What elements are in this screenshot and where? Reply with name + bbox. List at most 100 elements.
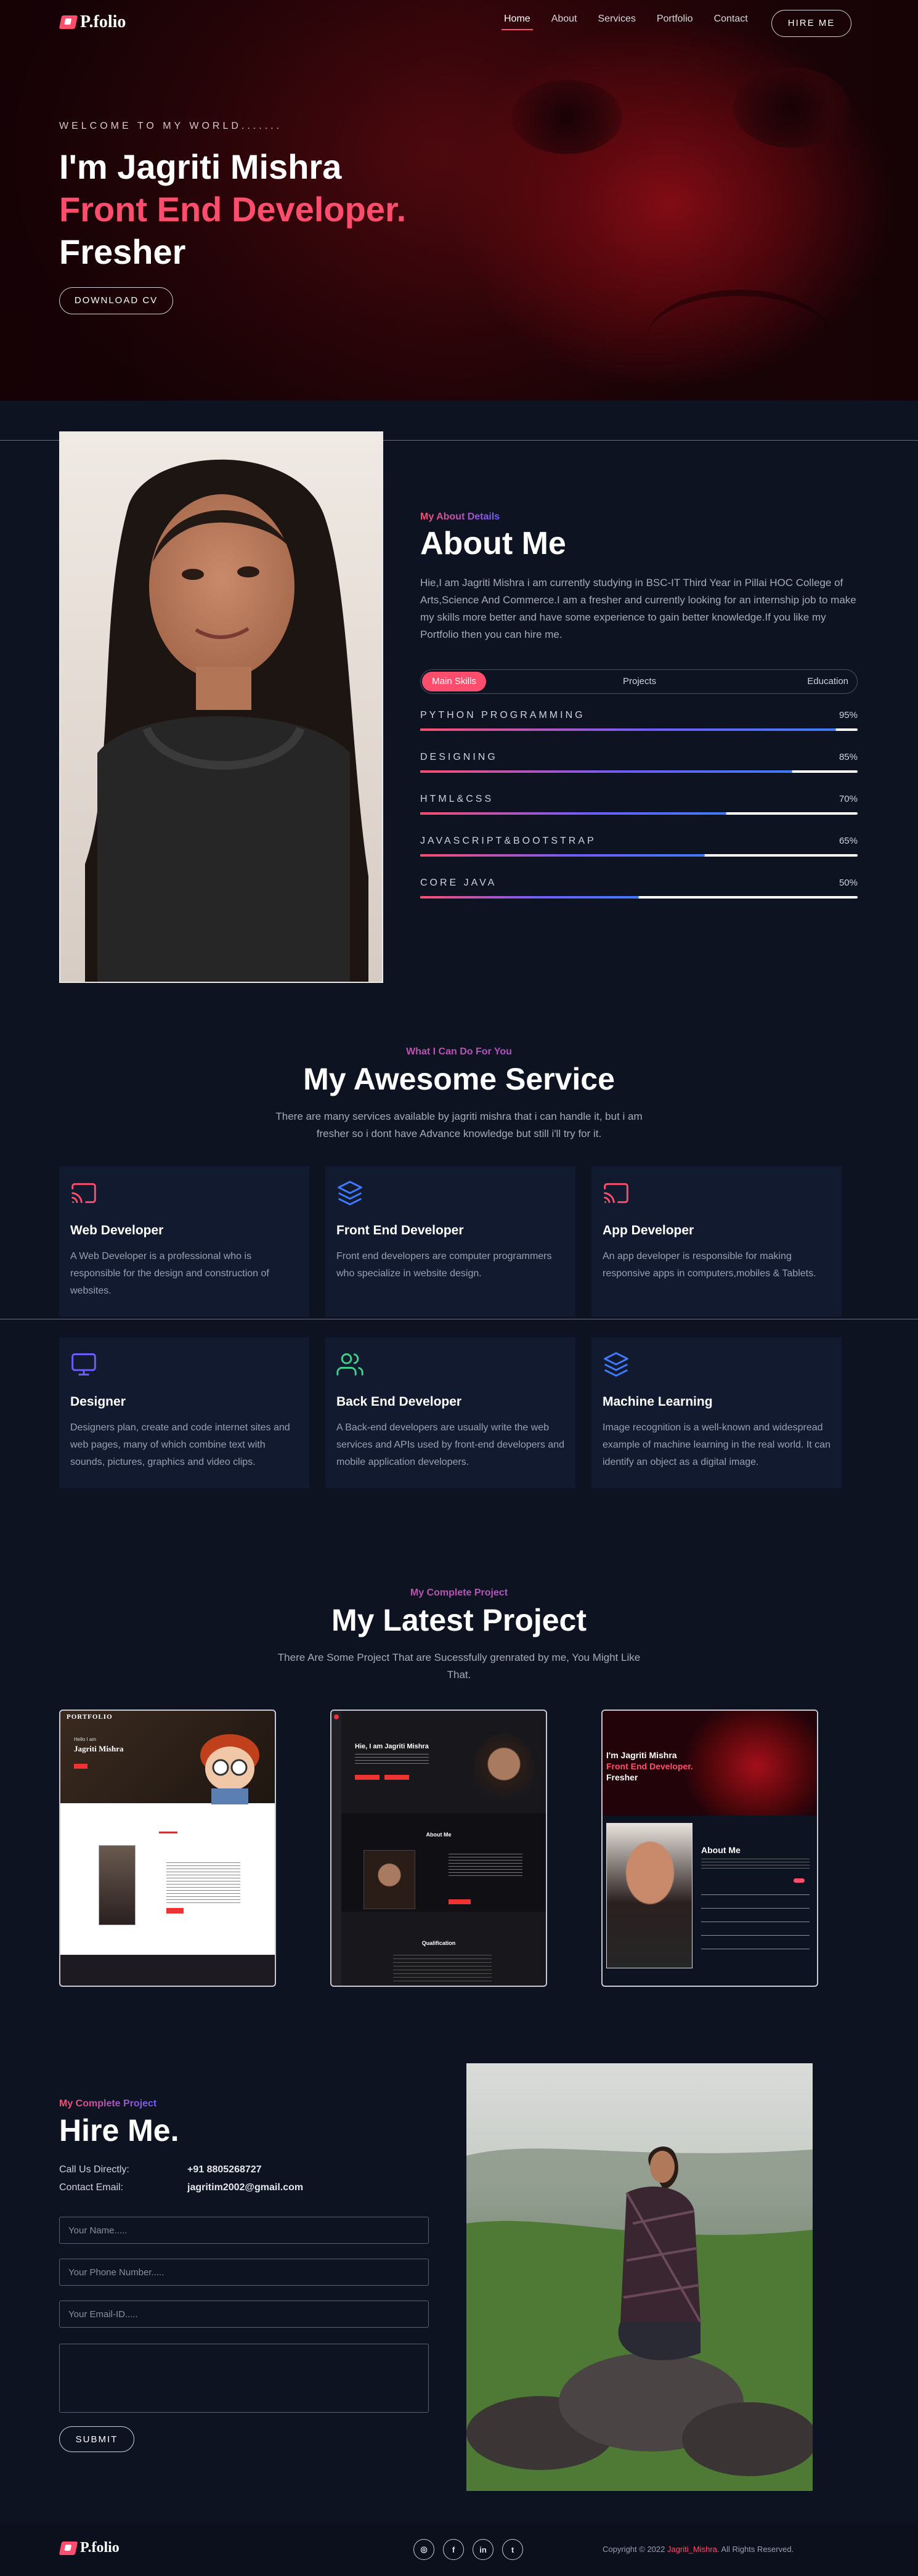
thumb-text-block — [166, 1862, 240, 1906]
thumb-red-btn — [449, 1899, 471, 1904]
service-card: Machine Learning Image recognition is a … — [591, 1337, 842, 1488]
skill-name: PYTHON PROGRAMMING — [420, 710, 585, 720]
about-photo — [59, 431, 383, 983]
service-card: App Developer An app developer is respon… — [591, 1166, 842, 1317]
project-thumbnail-2[interactable]: Hie, I am Jagriti Mishra About Me Qualif… — [330, 1710, 547, 1987]
service-desc: Front end developers are computer progra… — [336, 1251, 552, 1279]
logo-text: P.folio — [80, 12, 126, 31]
copyright-name[interactable]: Jagriti_Mishra — [667, 2545, 717, 2554]
tab-projects[interactable]: Projects — [623, 672, 656, 691]
submit-button[interactable]: SUBMIT — [59, 2426, 134, 2452]
thumb-photo-small — [364, 1850, 415, 1909]
thumb-hello: Hello I am — [74, 1737, 97, 1742]
skill-percent: 95% — [839, 710, 858, 720]
project-thumbnail-3[interactable]: I'm Jagriti Mishra Front End Developer. … — [601, 1710, 818, 1987]
thumb-name: Jagriti Mishra — [74, 1744, 124, 1753]
thumb-cartoon — [200, 1734, 259, 1804]
linkedin-icon[interactable]: in — [473, 2539, 494, 2560]
thumb-text-block — [701, 1859, 810, 1871]
skill-item: PYTHON PROGRAMMING 95% — [420, 710, 858, 731]
nav-home[interactable]: Home — [502, 14, 533, 30]
tab-education[interactable]: Education — [807, 672, 848, 691]
layers-icon — [338, 1181, 362, 1205]
skill-percent: 70% — [839, 794, 858, 804]
skill-name: DESIGNING — [420, 752, 498, 762]
logo-icon — [59, 2541, 78, 2555]
skill-item: HTML&CSS 70% — [420, 794, 858, 815]
thumb-heading: Hie, I am Jagriti Mishra — [355, 1743, 429, 1750]
thumb-subtext — [355, 1754, 429, 1765]
phone-field[interactable] — [59, 2259, 429, 2286]
thumb-btn — [355, 1775, 380, 1780]
thumb-footer — [60, 1955, 275, 1986]
service-desc: A Back-end developers are usually write … — [336, 1422, 564, 1467]
facebook-icon[interactable]: f — [443, 2539, 464, 2560]
service-title: Front End Developer — [336, 1223, 464, 1237]
thumb-name: I'm Jagriti Mishra — [606, 1750, 677, 1760]
outdoor-portrait-illustration — [466, 2146, 813, 2491]
projects-title: My Latest Project — [331, 1603, 587, 1637]
email-value[interactable]: jagritim2002@gmail.com — [187, 2182, 303, 2193]
logo-text: P.folio — [80, 2540, 120, 2556]
thumb-divider — [60, 1803, 275, 1830]
skill-percent: 50% — [839, 878, 858, 888]
users-icon — [336, 1353, 364, 1376]
thumb-red-btn — [166, 1908, 184, 1914]
download-cv-button[interactable]: DOWNLOAD CV — [59, 287, 173, 314]
service-card: Back End Developer A Back-end developers… — [325, 1337, 575, 1488]
services-kicker: What I Can Do For You — [0, 1046, 918, 1058]
hero-role: Front End Developer. — [59, 190, 407, 229]
hire-photo — [466, 2063, 813, 2491]
layers-icon — [604, 1352, 628, 1377]
email-label: Contact Email: — [59, 2182, 124, 2193]
nav-about[interactable]: About — [551, 14, 577, 25]
thumb-photo — [606, 1823, 693, 1968]
email-field[interactable] — [59, 2301, 429, 2328]
footer-logo[interactable]: P.folio — [59, 2540, 120, 2556]
nav-contact[interactable]: Contact — [714, 14, 748, 25]
skill-item: CORE JAVA 50% — [420, 878, 858, 899]
contact-phone-row: Call Us Directly: +91 8805268727 — [59, 2164, 262, 2175]
service-desc: Image recognition is a well-known and wi… — [603, 1422, 831, 1467]
thumb-about: About Me — [701, 1845, 741, 1855]
skill-bar-fill — [420, 896, 639, 899]
site-logo[interactable]: P.folio — [59, 12, 126, 32]
skill-bar-fill — [420, 812, 726, 815]
monitor-icon — [71, 1353, 96, 1376]
twitter-icon[interactable]: t — [502, 2539, 523, 2560]
skill-bar-fill — [420, 854, 705, 857]
name-field[interactable] — [59, 2217, 429, 2244]
skill-bar-track — [420, 854, 858, 857]
logo-icon — [59, 15, 78, 29]
service-title: Machine Learning — [603, 1395, 713, 1409]
portrait-illustration — [85, 459, 368, 982]
about-kicker: My About Details — [420, 512, 500, 522]
skill-bar-track — [420, 770, 858, 773]
thumb-photo — [99, 1845, 136, 1925]
hero-status: Fresher — [59, 232, 186, 271]
skill-percent: 85% — [839, 752, 858, 762]
thumb-tab — [794, 1878, 805, 1883]
contact-email-row: Contact Email: jagritim2002@gmail.com — [59, 2182, 303, 2193]
service-desc: Designers plan, create and code internet… — [70, 1422, 290, 1467]
thumb-photo — [473, 1733, 535, 1811]
skill-name: CORE JAVA — [420, 878, 497, 888]
thumb-section-label — [159, 1832, 177, 1833]
service-title: Web Developer — [70, 1223, 164, 1237]
copyright-suffix: . All Rights Reserved. — [717, 2545, 794, 2554]
tab-main-skills[interactable]: Main Skills — [422, 672, 486, 691]
thumb-status: Fresher — [606, 1772, 638, 1782]
main-nav: Home About Services Portfolio Contact — [502, 14, 769, 30]
instagram-icon[interactable]: ◎ — [413, 2539, 434, 2560]
service-title: Designer — [70, 1395, 126, 1409]
skill-item: DESIGNING 85% — [420, 752, 858, 773]
phone-value[interactable]: +91 8805268727 — [187, 2164, 262, 2175]
nav-services[interactable]: Services — [598, 14, 636, 25]
hire-me-button[interactable]: HIRE ME — [771, 10, 851, 37]
project-thumbnail-1[interactable]: PORTFOLIO Hello I am Jagriti Mishra — [59, 1710, 276, 1987]
thumb-text-block — [449, 1854, 522, 1878]
skill-percent: 65% — [839, 836, 858, 846]
message-field[interactable] — [59, 2344, 429, 2413]
skill-bar-track — [420, 728, 858, 731]
nav-portfolio[interactable]: Portfolio — [657, 14, 693, 25]
